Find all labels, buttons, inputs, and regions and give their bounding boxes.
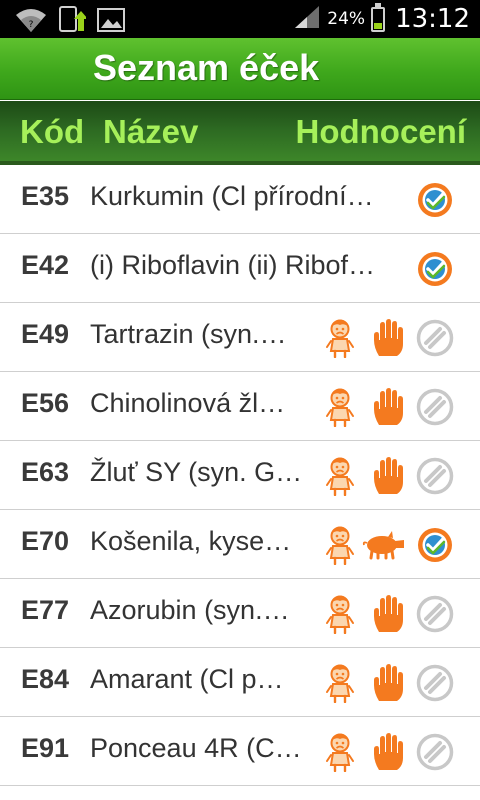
stop-hand-icon [368, 388, 406, 426]
sad-child-icon [321, 595, 359, 634]
list-item[interactable]: E35 Kurkumin (Cl přírodní… [0, 165, 480, 234]
sad-child-icon [321, 733, 359, 772]
signal-icon [293, 4, 321, 35]
list-item[interactable]: E49 Tartrazin (syn.… [0, 303, 480, 372]
image-icon [96, 7, 126, 38]
additive-name: Azorubin (syn.… [90, 595, 290, 625]
sync-icon [58, 5, 88, 40]
stop-hand-icon [368, 319, 406, 357]
list-item[interactable]: E56 Chinolinová žl… [0, 372, 480, 441]
battery-icon [371, 2, 386, 32]
stop-hand-icon [368, 733, 406, 771]
sad-child-icon [321, 664, 359, 703]
status-bar: ? 24% 13:12 [0, 0, 480, 38]
sad-child-icon [321, 457, 359, 496]
neutral-icon [416, 733, 454, 771]
additive-code: E35 [21, 181, 70, 211]
neutral-icon [416, 457, 454, 495]
list-item[interactable]: E63 Žluť SY (syn. G… [0, 441, 480, 510]
additive-name: Ponceau 4R (C… [90, 733, 302, 763]
additive-name: (i) Riboflavin (ii) Ribof… [90, 250, 376, 280]
column-header-name[interactable]: Název [103, 113, 198, 151]
neutral-icon [416, 319, 454, 357]
approved-icon [416, 250, 454, 288]
battery-level [374, 23, 383, 29]
additive-code: E70 [21, 526, 70, 556]
stop-hand-icon [368, 595, 406, 633]
neutral-icon [416, 595, 454, 633]
additive-name: Tartrazin (syn.… [90, 319, 287, 349]
additive-code: E56 [21, 388, 70, 418]
additive-code: E77 [21, 595, 70, 625]
svg-text:?: ? [29, 20, 34, 30]
page-title: Seznam éček [93, 47, 320, 88]
approved-icon [416, 526, 454, 564]
additive-name: Košenila, kyse… [90, 526, 292, 556]
list-item[interactable]: E42 (i) Riboflavin (ii) Ribof… [0, 234, 480, 303]
list-item[interactable]: E91 Ponceau 4R (C… [0, 717, 480, 786]
additive-code: E49 [21, 319, 70, 349]
sad-child-icon [321, 388, 359, 427]
list-item[interactable]: E70 Košenila, kyse… [0, 510, 480, 579]
column-header: Kód Název Hodnocení [0, 101, 480, 165]
additive-code: E91 [21, 733, 70, 763]
stop-hand-icon [368, 457, 406, 495]
additive-code: E42 [21, 250, 70, 280]
clock: 13:12 [395, 4, 470, 34]
additive-code: E84 [21, 664, 70, 694]
additive-code: E63 [21, 457, 70, 487]
title-bar: Seznam éček [0, 38, 480, 100]
wifi-icon: ? [14, 6, 48, 39]
additive-name: Žluť SY (syn. G… [90, 457, 303, 487]
additive-name: Chinolinová žl… [90, 388, 286, 418]
notification-icons: ? [14, 5, 126, 40]
neutral-icon [416, 388, 454, 426]
battery-percent: 24% [327, 9, 366, 29]
pig-icon [361, 526, 407, 564]
additive-list: E35 Kurkumin (Cl přírodní… E42 (i) Riboflav… [0, 165, 480, 786]
stop-hand-icon [368, 664, 406, 702]
additive-name: Kurkumin (Cl přírodní… [90, 181, 374, 211]
column-header-rating[interactable]: Hodnocení [296, 113, 467, 151]
neutral-icon [416, 664, 454, 702]
column-header-code[interactable]: Kód [20, 113, 84, 151]
additive-name: Amarant (Cl p… [90, 664, 284, 694]
list-item[interactable]: E84 Amarant (Cl p… [0, 648, 480, 717]
sad-child-icon [321, 319, 359, 358]
sad-child-icon [321, 526, 359, 565]
approved-icon [416, 181, 454, 219]
system-status: 24% 13:12 [293, 0, 470, 38]
list-item[interactable]: E77 Azorubin (syn.… [0, 579, 480, 648]
